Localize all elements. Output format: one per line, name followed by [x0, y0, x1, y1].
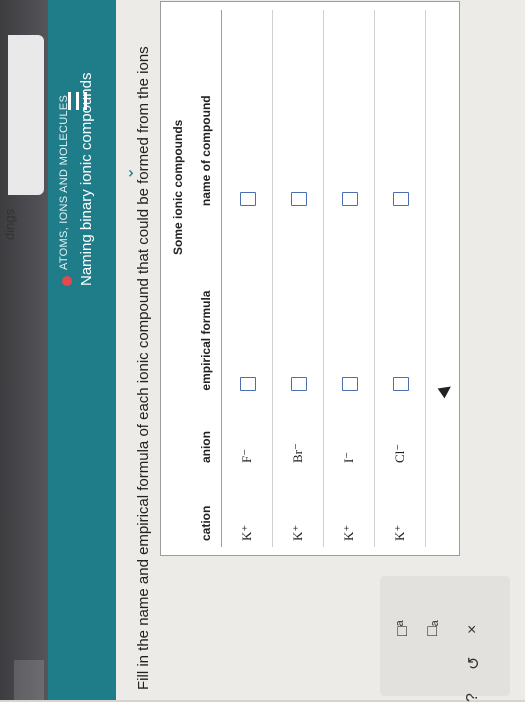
table-row: K⁺ I⁻: [323, 10, 375, 547]
anion-cell: F⁻: [221, 396, 273, 470]
formula-input[interactable]: [272, 212, 324, 397]
cation-cell: K⁺: [323, 469, 375, 547]
sidebar-strip: [0, 0, 48, 700]
formula-input[interactable]: [374, 212, 426, 397]
header-bar: ATOMS, IONS AND MOLECULES Naming binary …: [48, 0, 116, 700]
col-empirical-formula: empirical formula: [191, 212, 222, 397]
tool-panel: □ᵃ □ₐ × ↺ ?: [380, 576, 510, 702]
sidebar-tab[interactable]: [8, 35, 44, 195]
table-row: K⁺ Br⁻: [272, 10, 324, 547]
clear-icon[interactable]: ×: [464, 625, 482, 634]
answer-box[interactable]: [290, 192, 307, 207]
answer-box[interactable]: [239, 376, 256, 391]
compounds-table: cation anion empirical formula name of c…: [191, 10, 426, 547]
anion-cell: Br⁻: [272, 396, 324, 470]
formula-input[interactable]: [323, 212, 375, 397]
anion-cell: Cl⁻: [374, 396, 426, 470]
name-input[interactable]: [272, 10, 324, 213]
cation-cell: K⁺: [221, 469, 273, 547]
sidebar-tab-2[interactable]: [14, 660, 44, 700]
chevron-down-icon[interactable]: ⌄: [118, 164, 137, 180]
cation-cell: K⁺: [272, 469, 324, 547]
sidebar-label: dings: [2, 208, 17, 240]
col-anion: anion: [191, 396, 222, 470]
answer-box[interactable]: [392, 192, 409, 207]
subscript-icon[interactable]: □ₐ: [424, 620, 442, 636]
answer-box[interactable]: [239, 192, 256, 207]
answer-box[interactable]: [392, 376, 409, 391]
name-input[interactable]: [374, 10, 426, 213]
page: dings ATOMS, IONS AND MOLECULES Naming b…: [0, 0, 525, 702]
name-input[interactable]: [221, 10, 273, 213]
table-row: K⁺ Cl⁻: [374, 10, 426, 547]
col-cation: cation: [191, 469, 222, 547]
col-name-of-compound: name of compound: [191, 10, 222, 213]
answer-box[interactable]: [341, 376, 358, 391]
help-icon[interactable]: ?: [464, 693, 482, 702]
anion-cell: I⁻: [323, 396, 375, 470]
table-header-row: cation anion empirical formula name of c…: [191, 10, 222, 547]
instruction-text: Fill in the name and empirical formula o…: [135, 46, 152, 690]
section-label: ATOMS, IONS AND MOLECULES: [58, 94, 70, 270]
page-title: Naming binary ionic compounds: [78, 72, 95, 286]
superscript-icon[interactable]: □ᵃ: [394, 620, 412, 636]
undo-icon[interactable]: ↺: [464, 657, 484, 670]
answer-box[interactable]: [341, 192, 358, 207]
name-input[interactable]: [323, 10, 375, 213]
answer-box[interactable]: [290, 376, 307, 391]
table-row: K⁺ F⁻: [221, 10, 273, 547]
formula-input[interactable]: [221, 212, 273, 397]
cation-cell: K⁺: [374, 469, 426, 547]
compounds-table-box: Some ionic compounds cation anion empiri…: [160, 1, 460, 556]
status-dot: [62, 276, 72, 286]
